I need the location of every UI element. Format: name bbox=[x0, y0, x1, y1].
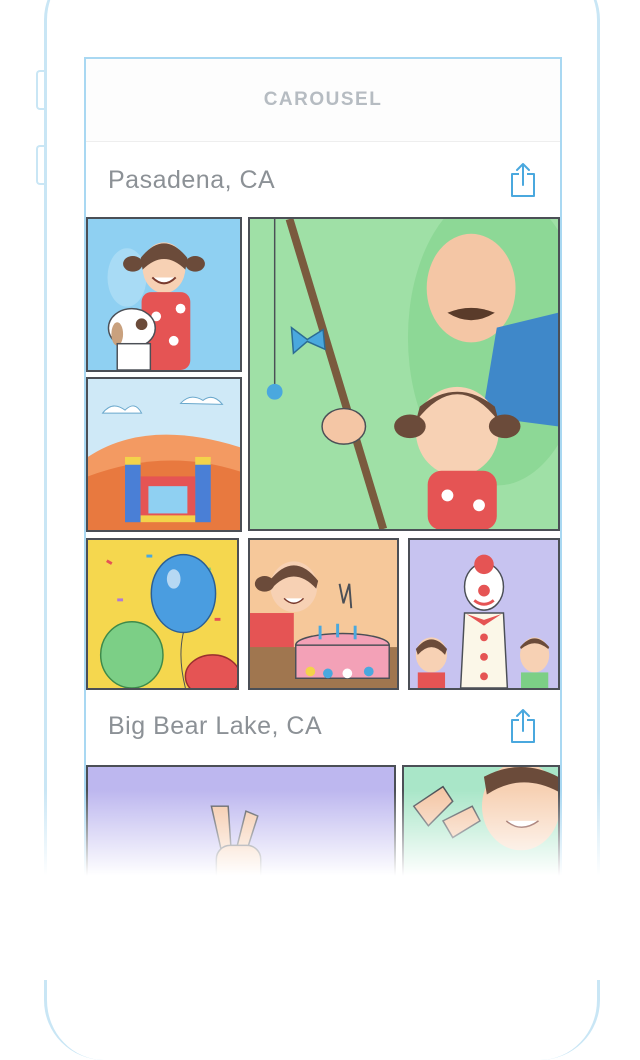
navigation-bar: CAROUSEL bbox=[86, 59, 560, 142]
share-button[interactable] bbox=[508, 706, 538, 746]
photo-bounce-house[interactable] bbox=[86, 377, 242, 532]
photo-fishing-with-grandpa[interactable] bbox=[248, 217, 560, 531]
bottom-fade-overlay bbox=[0, 790, 640, 980]
share-icon bbox=[511, 709, 535, 743]
photo-birthday-cake[interactable] bbox=[248, 538, 399, 690]
page-title: CAROUSEL bbox=[263, 89, 383, 110]
section-title: Big Bear Lake, CA bbox=[108, 711, 323, 740]
section-header-big-bear-lake: Big Bear Lake, CA bbox=[86, 689, 560, 763]
photo-girl-with-dog[interactable] bbox=[86, 217, 242, 372]
phone-side-button bbox=[36, 70, 44, 110]
phone-side-button bbox=[36, 145, 44, 185]
photo-clown[interactable] bbox=[408, 538, 560, 690]
section-title: Pasadena, CA bbox=[108, 165, 276, 194]
photo-balloons[interactable] bbox=[86, 538, 239, 690]
share-button[interactable] bbox=[508, 160, 538, 200]
section-header-pasadena: Pasadena, CA bbox=[86, 143, 560, 217]
share-icon bbox=[511, 163, 535, 197]
